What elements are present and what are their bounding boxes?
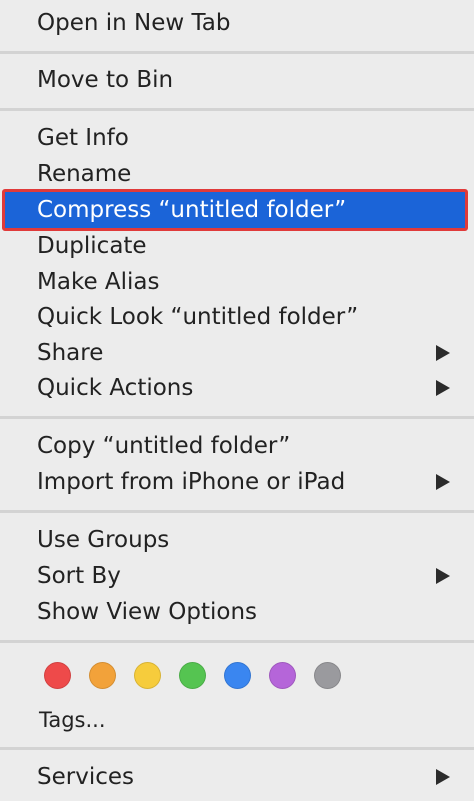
menu-item-label: Services xyxy=(37,764,134,790)
submenu-arrow-icon xyxy=(436,769,450,785)
blue-tag[interactable] xyxy=(224,662,251,689)
menu-item-tags[interactable]: Tags... xyxy=(0,702,474,738)
submenu-arrow-icon xyxy=(436,380,450,396)
menu-item-open-in-new-tab[interactable]: Open in New Tab xyxy=(0,5,474,41)
submenu-arrow-icon xyxy=(436,345,450,361)
context-menu: Open in New Tab Move to Bin Get Info Ren… xyxy=(0,0,474,801)
menu-item-copy[interactable]: Copy “untitled folder” xyxy=(0,428,474,464)
submenu-arrow-icon xyxy=(436,474,450,490)
menu-item-label: Copy “untitled folder” xyxy=(37,433,291,459)
menu-item-label: Move to Bin xyxy=(37,67,174,93)
menu-item-label: Make Alias xyxy=(37,269,160,295)
menu-item-label: Import from iPhone or iPad xyxy=(37,469,346,495)
yellow-tag[interactable] xyxy=(134,662,161,689)
menu-item-label: Use Groups xyxy=(37,527,170,553)
menu-item-show-view-options[interactable]: Show View Options xyxy=(0,594,474,630)
gray-tag[interactable] xyxy=(314,662,341,689)
menu-item-get-info[interactable]: Get Info xyxy=(0,120,474,156)
menu-item-label: Compress “untitled folder” xyxy=(37,197,347,223)
menu-item-services[interactable]: Services xyxy=(0,759,474,795)
purple-tag[interactable] xyxy=(269,662,296,689)
menu-item-share[interactable]: Share xyxy=(0,335,474,371)
menu-item-label: Tags... xyxy=(39,708,106,732)
menu-item-duplicate[interactable]: Duplicate xyxy=(0,228,474,264)
red-tag[interactable] xyxy=(44,662,71,689)
menu-separator xyxy=(0,51,474,54)
orange-tag[interactable] xyxy=(89,662,116,689)
menu-item-sort-by[interactable]: Sort By xyxy=(0,558,474,594)
menu-item-label: Quick Look “untitled folder” xyxy=(37,304,359,330)
menu-item-rename[interactable]: Rename xyxy=(0,156,474,192)
menu-separator xyxy=(0,640,474,643)
menu-item-quick-look[interactable]: Quick Look “untitled folder” xyxy=(0,299,474,335)
menu-item-compress[interactable]: Compress “untitled folder” xyxy=(2,189,468,231)
menu-item-use-groups[interactable]: Use Groups xyxy=(0,522,474,558)
menu-item-label: Get Info xyxy=(37,125,129,151)
menu-item-label: Show View Options xyxy=(37,599,258,625)
menu-separator xyxy=(0,747,474,750)
menu-item-import-from-iphone[interactable]: Import from iPhone or iPad xyxy=(0,464,474,500)
menu-item-label: Duplicate xyxy=(37,233,147,259)
menu-item-quick-actions[interactable]: Quick Actions xyxy=(0,370,474,406)
tag-colors xyxy=(44,662,341,690)
menu-separator xyxy=(0,108,474,111)
menu-item-label: Quick Actions xyxy=(37,375,194,401)
menu-item-make-alias[interactable]: Make Alias xyxy=(0,264,474,300)
menu-item-label: Open in New Tab xyxy=(37,10,231,36)
menu-separator xyxy=(0,416,474,419)
green-tag[interactable] xyxy=(179,662,206,689)
menu-item-label: Sort By xyxy=(37,563,121,589)
submenu-arrow-icon xyxy=(436,568,450,584)
menu-item-label: Share xyxy=(37,340,104,366)
menu-item-label: Rename xyxy=(37,161,132,187)
menu-separator xyxy=(0,510,474,513)
menu-item-move-to-bin[interactable]: Move to Bin xyxy=(0,62,474,98)
